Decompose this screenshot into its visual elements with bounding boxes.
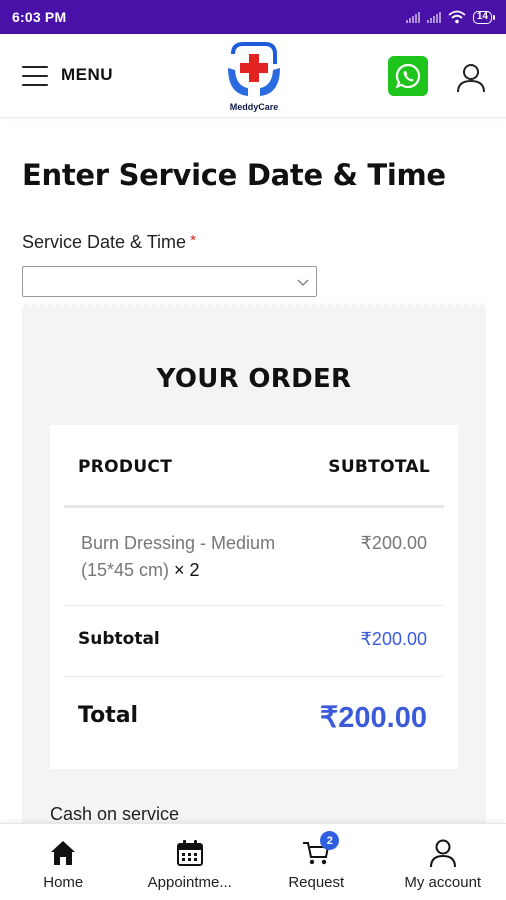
payment-method-option[interactable]: Cash on service	[50, 804, 179, 825]
nav-my-account-label: My account	[404, 874, 482, 891]
logo[interactable]: MeddyCare	[218, 40, 290, 114]
whatsapp-icon	[395, 63, 421, 89]
subtotal-label: Subtotal	[78, 629, 160, 649]
battery-level: 14	[476, 11, 488, 22]
nav-home[interactable]: Home	[0, 824, 127, 900]
column-header-subtotal: SUBTOTAL	[328, 457, 430, 477]
nav-request[interactable]: 2 Request	[253, 824, 380, 900]
cart-count-badge: 2	[320, 831, 340, 850]
required-mark: *	[190, 232, 196, 249]
nav-request-label: Request	[288, 874, 345, 891]
cart-icon-wrap: 2	[301, 831, 340, 868]
order-summary-panel: YOUR ORDER PRODUCT SUBTOTAL Burn Dressin…	[22, 302, 486, 828]
hamburger-icon[interactable]	[22, 66, 48, 86]
calendar-icon	[176, 840, 203, 866]
row-divider	[64, 676, 444, 677]
column-header-product: PRODUCT	[78, 457, 173, 477]
subtotal-value: ₹200.00	[360, 629, 427, 649]
wifi-icon	[448, 10, 466, 24]
logo-emblem-icon	[228, 42, 280, 96]
bottom-nav: Home Appointme... 2 Request My account	[0, 823, 506, 900]
user-icon	[429, 839, 456, 868]
status-icons: 14	[405, 10, 496, 24]
whatsapp-button[interactable]	[388, 56, 428, 96]
total-label: Total	[78, 703, 139, 728]
nav-appointments-label: Appointme...	[147, 874, 232, 891]
nav-appointments[interactable]: Appointme...	[127, 824, 254, 900]
service-date-label: Service Date & Time *	[22, 232, 196, 253]
battery-icon: 14	[472, 10, 496, 24]
item-name: Burn Dressing - Medium (15*45 cm) × 2	[81, 530, 321, 584]
app-header: MENU MeddyCare	[0, 34, 506, 118]
status-time: 6:03 PM	[12, 9, 67, 25]
signal-icon	[405, 11, 420, 23]
user-icon	[457, 64, 485, 93]
total-value: ₹200.00	[319, 702, 427, 734]
header-divider	[64, 505, 444, 508]
service-date-select[interactable]	[22, 266, 317, 297]
nav-home-label: Home	[43, 874, 84, 891]
menu-button[interactable]: MENU	[61, 65, 113, 85]
item-price: ₹200.00	[360, 533, 427, 553]
nav-my-account[interactable]: My account	[380, 824, 506, 900]
item-quantity: × 2	[174, 560, 200, 580]
status-bar: 6:03 PM 14	[0, 0, 506, 34]
logo-text: MeddyCare	[229, 102, 279, 112]
home-icon	[51, 841, 76, 865]
row-divider	[64, 605, 444, 606]
chevron-down-icon	[297, 279, 309, 287]
page-title: Enter Service Date & Time	[22, 158, 446, 192]
order-table: PRODUCT SUBTOTAL Burn Dressing - Medium …	[50, 425, 458, 769]
account-button[interactable]	[455, 62, 487, 94]
zigzag-edge	[22, 302, 486, 314]
signal-icon-2	[426, 11, 441, 23]
order-title: YOUR ORDER	[156, 364, 352, 394]
service-date-label-text: Service Date & Time	[22, 232, 187, 252]
